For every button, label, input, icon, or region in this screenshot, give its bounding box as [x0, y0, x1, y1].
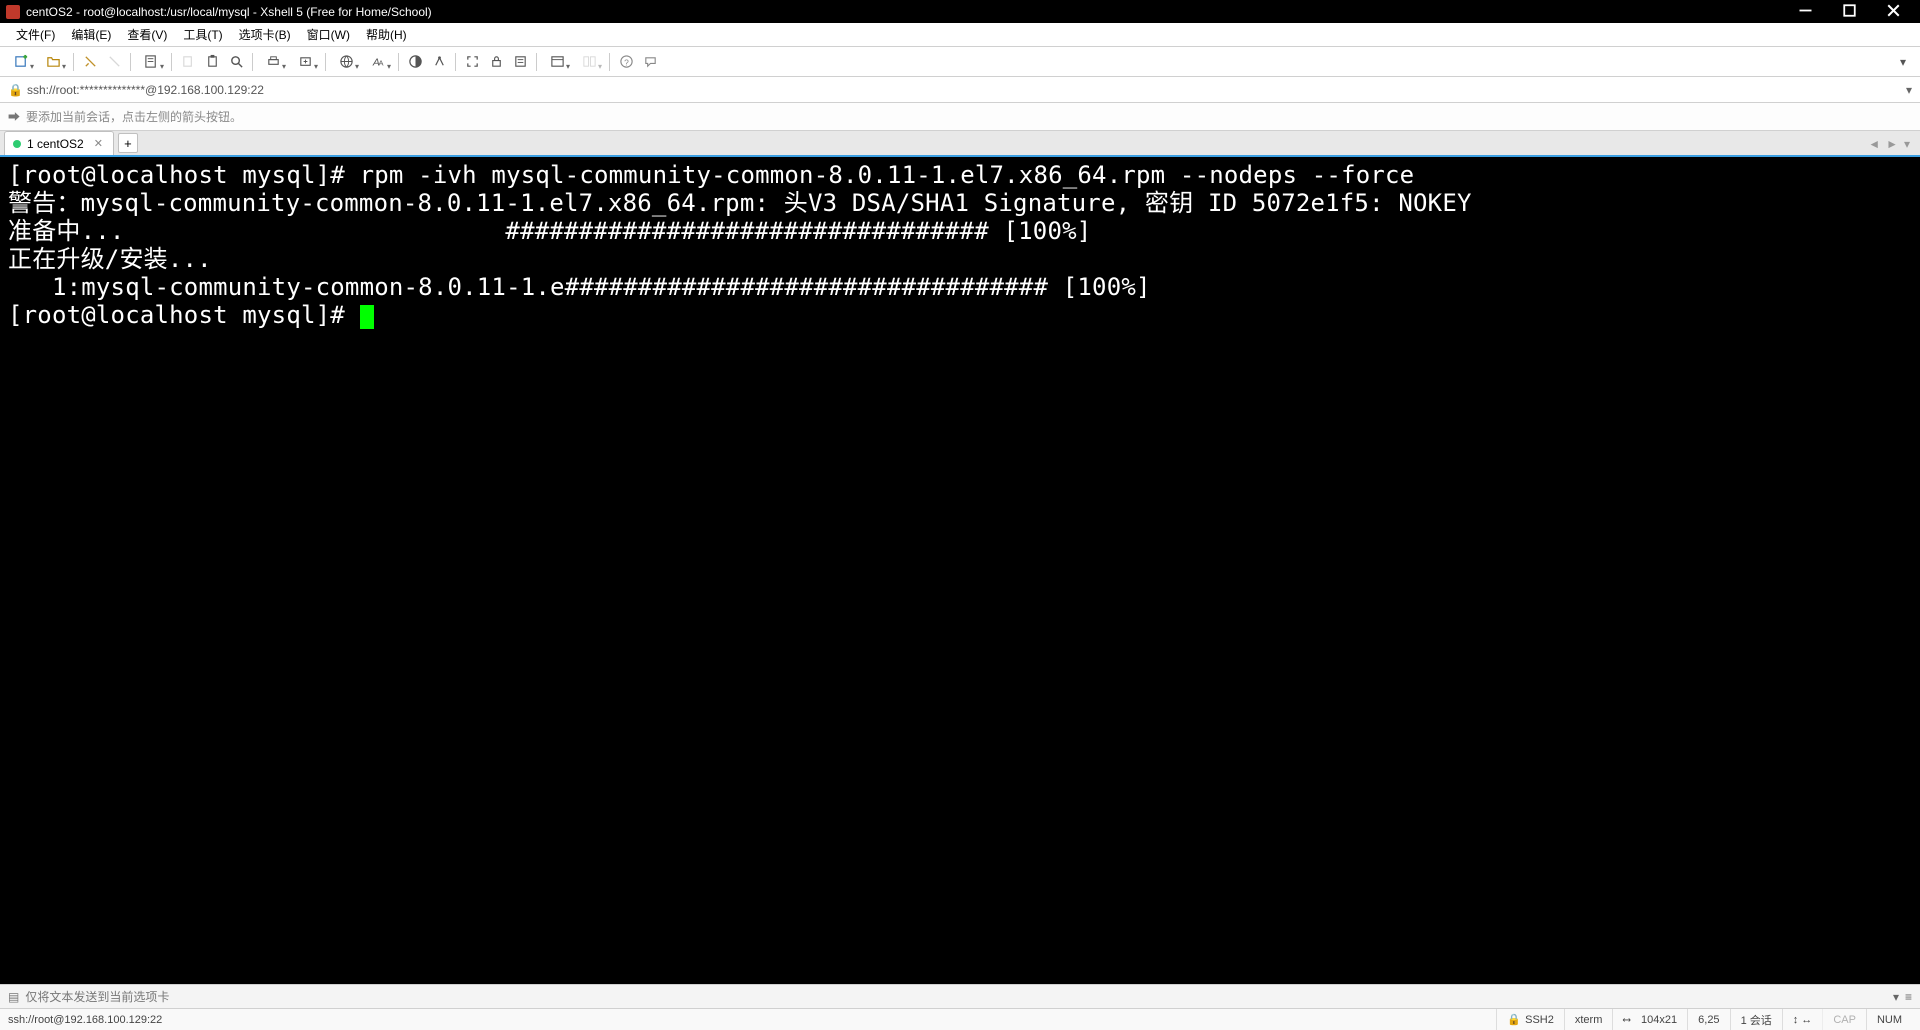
status-ssh: 🔒SSH2 [1496, 1009, 1563, 1030]
separator [73, 53, 74, 71]
transfer-button[interactable] [290, 51, 320, 73]
tab-prev-icon[interactable]: ◄ [1868, 137, 1880, 151]
terminal-line: 准备中... #################################… [8, 217, 1091, 245]
maximize-button[interactable] [1836, 3, 1862, 21]
separator [398, 53, 399, 71]
compose-menu-icon[interactable]: ≡ [1905, 990, 1912, 1004]
svg-text:?: ? [624, 57, 629, 67]
tile-button[interactable] [574, 51, 604, 73]
menu-edit[interactable]: 编辑(E) [63, 23, 119, 46]
address-bar: 🔒 ssh://root:**************@192.168.100.… [0, 77, 1920, 103]
separator [130, 53, 131, 71]
menu-help[interactable]: 帮助(H) [358, 23, 415, 46]
status-bar: ssh://root@192.168.100.129:22 🔒SSH2 xter… [0, 1008, 1920, 1030]
separator [252, 53, 253, 71]
terminal-line: 正在升级/安装... [8, 245, 212, 273]
toolbar-overflow[interactable]: ▾ [1892, 51, 1914, 73]
print-button[interactable] [258, 51, 288, 73]
fullscreen-button[interactable] [461, 51, 483, 73]
reconnect-button[interactable] [79, 51, 101, 73]
tab-status-icon [13, 140, 21, 148]
font-button[interactable]: AA [363, 51, 393, 73]
hint-arrow-icon[interactable]: ⮕ [8, 108, 20, 125]
terminal[interactable]: [root@localhost mysql]# rpm -ivh mysql-c… [0, 157, 1920, 984]
help-button[interactable]: ? [615, 51, 637, 73]
log-button[interactable] [509, 51, 531, 73]
copy-button[interactable] [177, 51, 199, 73]
terminal-line: 警告：mysql-community-common-8.0.11-1.el7.x… [8, 189, 1472, 217]
window-title: centOS2 - root@localhost:/usr/local/mysq… [26, 5, 1792, 19]
compose-mode-icon: ▤ [8, 990, 19, 1004]
window-controls [1792, 3, 1914, 21]
separator [455, 53, 456, 71]
compose-text[interactable]: 仅将文本发送到当前选项卡 [25, 988, 169, 1005]
status-divider: ↕ ↔ [1782, 1009, 1823, 1030]
address-text[interactable]: ssh://root:**************@192.168.100.12… [27, 83, 264, 97]
status-term: xterm [1564, 1009, 1613, 1030]
compose-controls: ▾ ≡ [1893, 990, 1912, 1004]
new-tab-button[interactable]: + [118, 133, 138, 153]
terminal-line: 1:mysql-community-common-8.0.11-1.e#####… [8, 273, 1151, 301]
tab-bar: 1 centOS2 ✕ + ◄ ► ▾ [0, 131, 1920, 157]
disconnect-button[interactable] [103, 51, 125, 73]
lock-button[interactable] [485, 51, 507, 73]
menu-file[interactable]: 文件(F) [8, 23, 63, 46]
status-session: 1 会话 [1730, 1009, 1782, 1030]
menu-tabs[interactable]: 选项卡(B) [231, 23, 299, 46]
menu-view[interactable]: 查看(V) [119, 23, 175, 46]
title-bar: centOS2 - root@localhost:/usr/local/mysq… [0, 0, 1920, 23]
new-session-button[interactable] [6, 51, 36, 73]
properties-button[interactable] [136, 51, 166, 73]
compose-dropdown-icon[interactable]: ▾ [1893, 990, 1899, 1004]
separator [536, 53, 537, 71]
hint-text: 要添加当前会话，点击左侧的箭头按钮。 [26, 108, 242, 125]
app-icon [6, 5, 20, 19]
svg-text:A: A [378, 58, 383, 67]
lock-icon: 🔒 [1507, 1013, 1521, 1026]
encoding-button[interactable] [331, 51, 361, 73]
close-button[interactable] [1880, 3, 1906, 21]
chat-button[interactable] [639, 51, 661, 73]
status-size: ⟷ 104x21 [1612, 1009, 1687, 1030]
paste-button[interactable] [201, 51, 223, 73]
color-scheme-button[interactable] [404, 51, 426, 73]
terminal-line: [root@localhost mysql]# rpm -ivh mysql-c… [8, 161, 1414, 189]
tab-next-icon[interactable]: ► [1886, 137, 1898, 151]
tab-close-icon[interactable]: ✕ [94, 137, 103, 150]
tab-label: 1 centOS2 [27, 137, 84, 151]
status-connection: ssh://root@192.168.100.129:22 [8, 1014, 1496, 1026]
layout-button[interactable] [542, 51, 572, 73]
session-tab[interactable]: 1 centOS2 ✕ [4, 131, 114, 155]
tab-list-icon[interactable]: ▾ [1904, 137, 1910, 151]
menu-window[interactable]: 窗口(W) [299, 23, 358, 46]
terminal-cursor [360, 305, 374, 329]
compose-bar: ▤ 仅将文本发送到当前选项卡 ▾ ≡ [0, 984, 1920, 1008]
separator [609, 53, 610, 71]
lock-icon: 🔒 [8, 83, 23, 97]
hint-bar: ⮕ 要添加当前会话，点击左侧的箭头按钮。 [0, 103, 1920, 131]
address-dropdown[interactable]: ▾ [1906, 83, 1912, 97]
terminal-prompt: [root@localhost mysql]# [8, 301, 360, 329]
minimize-button[interactable] [1792, 3, 1818, 21]
highlight-button[interactable] [428, 51, 450, 73]
separator [171, 53, 172, 71]
menu-bar: 文件(F) 编辑(E) 查看(V) 工具(T) 选项卡(B) 窗口(W) 帮助(… [0, 23, 1920, 47]
separator [325, 53, 326, 71]
tab-nav: ◄ ► ▾ [1868, 137, 1916, 155]
status-pos: 6,25 [1687, 1009, 1729, 1030]
status-cap: CAP [1822, 1009, 1866, 1030]
open-button[interactable] [38, 51, 68, 73]
status-num: NUM [1866, 1009, 1912, 1030]
toolbar: AA ? ▾ [0, 47, 1920, 77]
find-button[interactable] [225, 51, 247, 73]
menu-tools[interactable]: 工具(T) [175, 23, 230, 46]
